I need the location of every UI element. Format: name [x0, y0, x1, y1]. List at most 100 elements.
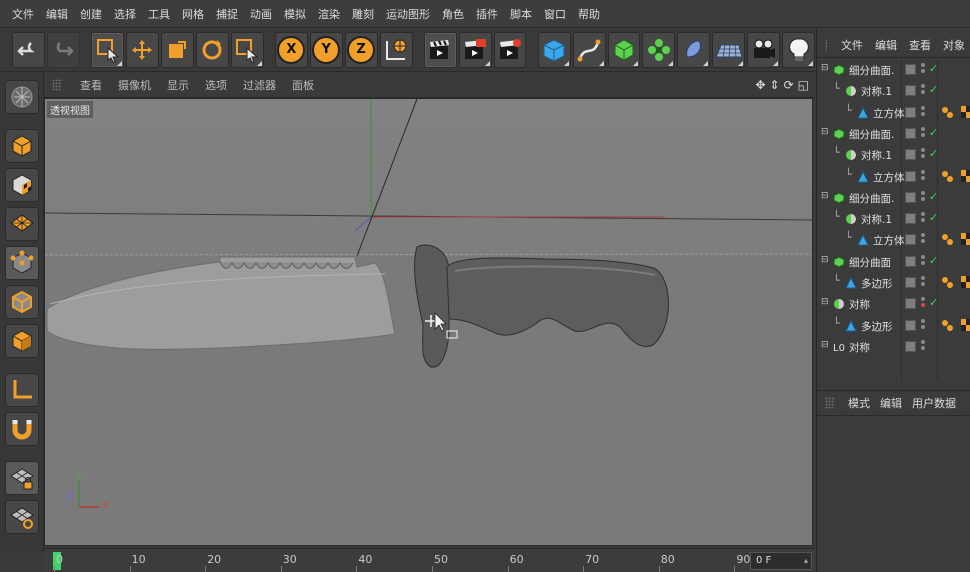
visibility-dots-icon[interactable] [921, 212, 925, 226]
visibility-dots-icon[interactable] [921, 297, 925, 311]
object-name[interactable]: 细分曲面 [849, 255, 891, 270]
make-editable-button[interactable] [4, 80, 39, 114]
planar-workplane-button[interactable] [4, 500, 39, 534]
menu-item-9[interactable]: 渲染 [312, 6, 346, 22]
expand-toggle-icon[interactable]: ⊟ [821, 255, 829, 265]
menu-item-3[interactable]: 选择 [108, 6, 142, 22]
menu-item-14[interactable]: 脚本 [504, 6, 538, 22]
rotate-button[interactable] [195, 31, 229, 68]
object-manager-menu-item-3[interactable]: 对象 [937, 37, 970, 53]
deformer-button[interactable] [677, 31, 711, 68]
dolly-view-icon[interactable]: ⇕ [770, 78, 780, 92]
menu-item-2[interactable]: 创建 [74, 6, 108, 22]
layer-swatch-icon[interactable] [905, 64, 916, 75]
panel-grip-handle[interactable] [825, 38, 827, 51]
coordinate-system-button[interactable] [379, 31, 413, 68]
render-settings-button[interactable] [493, 31, 527, 68]
object-name[interactable]: 对称 [849, 340, 870, 355]
menu-item-6[interactable]: 捕捉 [210, 6, 244, 22]
object-name[interactable]: 对称.1 [861, 212, 892, 227]
menu-item-13[interactable]: 插件 [470, 6, 504, 22]
object-name[interactable]: 细分曲面. [849, 191, 894, 206]
object-row[interactable]: ⊟ 对称 ✓ [817, 294, 970, 315]
enabled-check-icon[interactable]: ✓ [929, 211, 938, 224]
floor-button[interactable] [712, 31, 746, 68]
attribute-menu-item-0[interactable]: 模式 [843, 395, 875, 411]
material-tag-icon[interactable] [961, 318, 970, 334]
viewport-menu-item-5[interactable]: 面板 [284, 77, 322, 93]
material-tag-icon[interactable] [961, 233, 970, 248]
enabled-check-icon[interactable]: ✓ [929, 147, 938, 160]
viewport-menu-item-0[interactable]: 查看 [72, 77, 110, 93]
viewport-menu-item-2[interactable]: 显示 [159, 77, 197, 93]
point-mode-button[interactable] [4, 246, 39, 280]
menu-item-1[interactable]: 编辑 [40, 6, 74, 22]
object-row[interactable]: ⊟ 细分曲面 ✓ [817, 252, 970, 273]
workplane-mode-button[interactable] [4, 207, 39, 241]
expand-toggle-icon[interactable]: ⊟ [821, 127, 829, 137]
render-view-button[interactable] [423, 31, 457, 68]
menu-item-12[interactable]: 角色 [436, 6, 470, 22]
z-axis-lock-button[interactable]: Z [344, 31, 378, 68]
layer-swatch-icon[interactable] [905, 234, 916, 246]
texture-mode-button[interactable] [4, 168, 39, 202]
object-row[interactable]: └ 多边形 [817, 316, 970, 337]
panel-grip-handle[interactable] [825, 397, 835, 409]
viewport-name-label[interactable]: 透视视图 [47, 101, 93, 118]
layer-swatch-icon[interactable] [905, 298, 916, 310]
object-name[interactable]: 对称.1 [861, 84, 892, 99]
layer-swatch-icon[interactable] [905, 85, 916, 97]
object-name[interactable]: 多边形 [861, 276, 893, 291]
attribute-menu-item-1[interactable]: 编辑 [875, 395, 907, 411]
object-name[interactable]: 立方体 [873, 106, 905, 121]
y-axis-lock-button[interactable]: Y [309, 31, 343, 68]
expand-toggle-icon[interactable]: ⊟ [821, 297, 829, 307]
enabled-check-icon[interactable]: ✓ [929, 126, 938, 139]
menu-item-4[interactable]: 工具 [142, 6, 176, 22]
visibility-dots-icon[interactable] [921, 318, 925, 333]
phong-tag-icon[interactable] [941, 319, 953, 334]
layer-swatch-icon[interactable] [905, 277, 916, 288]
enabled-check-icon[interactable]: ✓ [929, 83, 938, 96]
edge-mode-button[interactable] [4, 285, 39, 319]
menu-item-8[interactable]: 模拟 [278, 6, 312, 22]
layer-swatch-icon[interactable] [905, 255, 916, 267]
snapping-button[interactable] [4, 412, 39, 446]
object-row[interactable]: └ 多边形 [817, 273, 970, 294]
object-manager-menu-item-0[interactable]: 文件 [835, 37, 869, 53]
menu-item-7[interactable]: 动画 [244, 6, 278, 22]
expand-toggle-icon[interactable]: ⊟ [821, 191, 829, 201]
object-name[interactable]: 立方体 [873, 233, 905, 248]
cloner-button[interactable] [642, 31, 676, 68]
visibility-dots-icon[interactable] [921, 339, 925, 354]
attribute-menu-item-2[interactable]: 用户数据 [907, 395, 961, 411]
material-tag-icon[interactable] [961, 169, 970, 185]
visibility-dots-icon[interactable] [921, 276, 925, 290]
spline-pen-button[interactable] [572, 31, 606, 68]
enabled-check-icon[interactable]: ✓ [929, 62, 938, 75]
layer-swatch-icon[interactable] [905, 127, 916, 139]
enabled-check-icon[interactable]: ✓ [929, 254, 938, 267]
workplane-lock-button[interactable] [4, 461, 39, 495]
light-button[interactable] [782, 31, 815, 68]
enabled-check-icon[interactable]: ✓ [929, 296, 938, 309]
visibility-dots-icon[interactable] [921, 148, 925, 162]
expand-toggle-icon[interactable]: ⊟ [821, 340, 829, 350]
move-button[interactable] [125, 31, 159, 68]
layer-swatch-icon[interactable] [905, 319, 916, 331]
menu-item-5[interactable]: 网格 [176, 6, 210, 22]
scale-button[interactable] [160, 31, 194, 68]
object-row[interactable]: ⊟ 细分曲面. ✓ [817, 60, 970, 81]
menu-item-15[interactable]: 窗口 [538, 6, 572, 22]
x-axis-lock-button[interactable]: X [274, 31, 308, 68]
object-row[interactable]: └ 立方体 [817, 230, 970, 251]
object-name[interactable]: 立方体 [873, 170, 905, 185]
object-row[interactable]: └ 立方体 [817, 103, 970, 124]
phong-tag-icon[interactable] [941, 106, 953, 121]
cube-primitive-button[interactable] [537, 31, 571, 68]
rotate-view-icon[interactable]: ⟳ [784, 78, 794, 92]
object-row[interactable]: └ 对称.1 ✓ [817, 81, 970, 102]
perspective-viewport[interactable]: 透视视图 Y Z X [44, 98, 813, 546]
object-name[interactable]: 细分曲面. [849, 127, 894, 142]
object-manager-menu-item-1[interactable]: 编辑 [869, 37, 903, 53]
